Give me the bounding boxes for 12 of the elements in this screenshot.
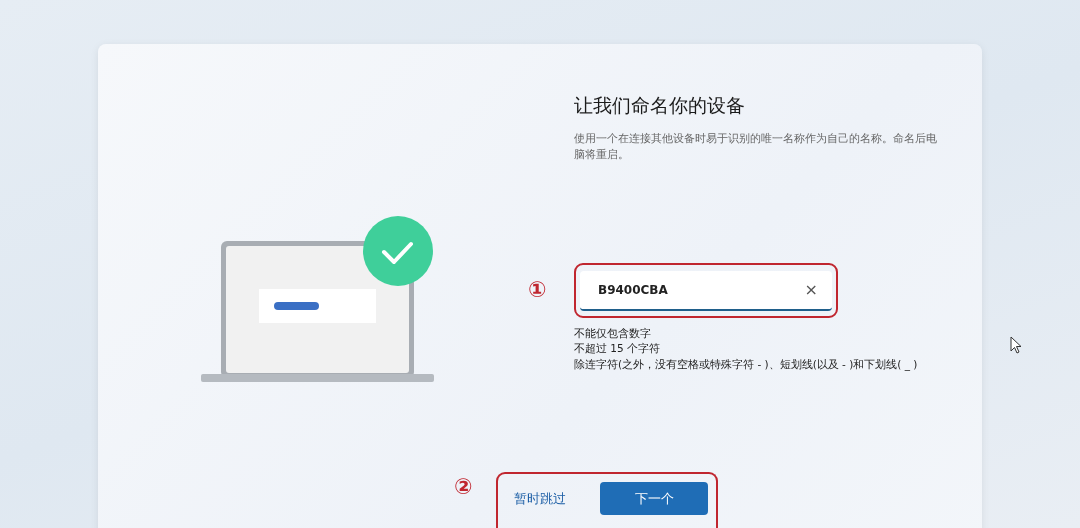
device-name-field[interactable]: B9400CBA × — [580, 270, 832, 311]
skip-button[interactable]: 暂时跳过 — [508, 485, 572, 513]
mouse-cursor-icon — [1010, 336, 1024, 356]
rule-text: 除连字符(之外，没有空格或特殊字符 - )、短划线(以及 - )和下划线( _ ) — [574, 356, 919, 373]
step-marker: ② — [454, 476, 474, 499]
rule-text: 不超过 15 个字符 — [574, 341, 662, 357]
next-button[interactable]: 下一个 — [600, 482, 708, 516]
step-marker: ① — [528, 279, 548, 302]
page-title: 让我们命名你的设备 — [574, 94, 746, 117]
rule-text: 不能仅包含数字 — [574, 325, 652, 341]
description-text: 使用一个在连接其他设备时易于识别的唯一名称作为自己的名称。命名后电脑将重启。 — [574, 130, 938, 163]
clear-button[interactable]: × — [802, 281, 820, 298]
